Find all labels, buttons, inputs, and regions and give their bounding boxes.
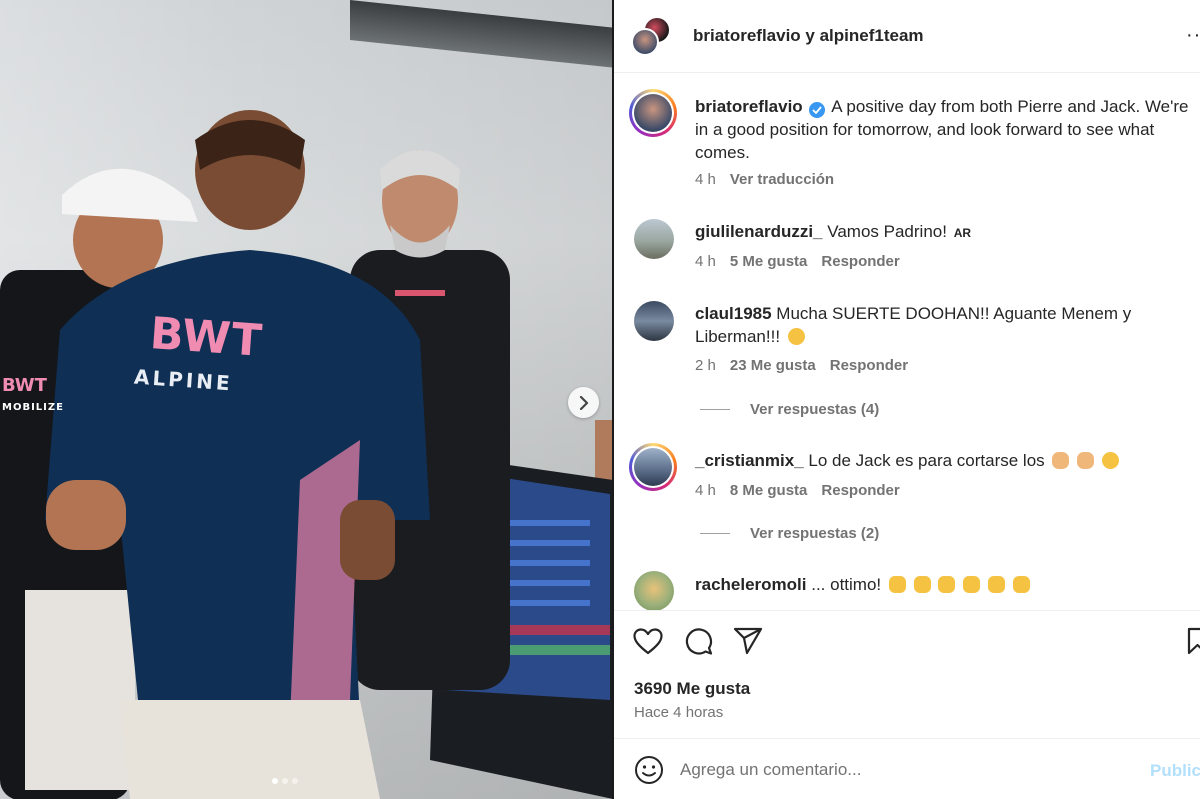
caption-username[interactable]: briatoreflavio <box>695 97 803 116</box>
emoji-icon[interactable] <box>634 755 664 785</box>
view-replies-button[interactable]: Ver respuestas (4) <box>700 401 879 418</box>
chevron-right-icon <box>579 395 588 410</box>
clap-emoji-icon <box>787 328 805 345</box>
comment-text-row: _cristianmix_ Lo de Jack es para cortars… <box>695 449 1190 472</box>
caption-meta: 4 h Ver traducción <box>695 171 834 188</box>
commenter-avatar[interactable] <box>634 571 674 610</box>
comments-list[interactable]: briatoreflavio A positive day from both … <box>614 73 1200 610</box>
raised-hands-emoji-icon <box>888 576 906 593</box>
publish-button[interactable]: Publicar <box>1150 761 1200 781</box>
verified-icon <box>809 102 826 118</box>
clap-emoji-icon <box>963 576 981 593</box>
add-comment-bar: Publicar <box>614 739 1200 799</box>
view-replies-label: Ver respuestas (2) <box>750 525 880 542</box>
share-button[interactable] <box>731 624 765 658</box>
post-pane: briatoreflavio y alpinef1team ··· briato… <box>614 0 1200 799</box>
carousel-dot <box>292 778 298 784</box>
comment-text-row: claul1985 Mucha SUERTE DOOHAN!! Aguante … <box>695 302 1135 348</box>
author-avatar[interactable] <box>629 89 677 137</box>
clap-emoji-icon <box>913 576 931 593</box>
actions-divider <box>614 610 1200 611</box>
emoji-icon <box>1052 452 1070 469</box>
flexed-biceps-emoji-icon <box>1012 576 1030 593</box>
post-header: briatoreflavio y alpinef1team ··· <box>614 0 1200 73</box>
next-photo-button[interactable] <box>568 387 599 418</box>
commenter-avatar[interactable] <box>634 301 674 341</box>
post-author-names[interactable]: briatoreflavio y alpinef1team <box>693 26 924 46</box>
photo-scene <box>0 110 613 799</box>
comment-icon <box>685 628 713 655</box>
post-photo[interactable]: BWT ALPINE BWT MOBILIZE <box>0 0 613 799</box>
avatar <box>631 28 659 56</box>
comment-username[interactable]: racheleromoli <box>695 575 807 594</box>
grimace-emoji-icon <box>1101 452 1119 469</box>
share-icon <box>733 627 763 655</box>
comment-time: 4 h <box>695 253 716 270</box>
clap-emoji-icon <box>938 576 956 593</box>
comment-text: ... ottimo! <box>811 575 882 594</box>
emoji-icon <box>1077 452 1095 469</box>
collab-avatars[interactable] <box>631 16 671 58</box>
comment-input[interactable] <box>680 757 1120 783</box>
carousel-dot <box>272 778 278 784</box>
comment-text-row: giulilenarduzzi_ Vamos Padrino! AR <box>695 220 1190 245</box>
comment-likes[interactable]: 23 Me gusta <box>730 357 816 374</box>
sleeve-sub: MOBILIZE <box>2 402 64 413</box>
heart-icon <box>633 627 663 654</box>
save-button[interactable] <box>1186 624 1200 658</box>
reply-button[interactable]: Responder <box>830 357 908 374</box>
commenter-avatar[interactable] <box>634 219 674 259</box>
comment-tag: AR <box>953 226 972 240</box>
post-actions <box>614 624 1200 664</box>
view-replies-label: Ver respuestas (4) <box>750 401 880 418</box>
crossed-fingers-emoji-icon <box>987 576 1005 593</box>
comment-text: Vamos Padrino! <box>827 222 947 241</box>
comment-meta: 4 h 5 Me gusta Responder <box>695 253 900 270</box>
comment-username[interactable]: _cristianmix_ <box>695 451 804 470</box>
comment-username[interactable]: claul1985 <box>695 304 772 323</box>
carousel-dot <box>282 778 288 784</box>
comment-time: 4 h <box>695 482 716 499</box>
like-button[interactable] <box>631 624 665 658</box>
post-time: Hace 4 horas <box>634 704 724 721</box>
reply-button[interactable]: Responder <box>821 253 899 270</box>
comment-likes[interactable]: 5 Me gusta <box>730 253 808 270</box>
comment-time: 2 h <box>695 357 716 374</box>
more-options-button[interactable]: ··· <box>1186 24 1200 47</box>
caption-time: 4 h <box>695 171 716 188</box>
comment-meta: 4 h 8 Me gusta Responder <box>695 482 900 499</box>
comment-text-row: racheleromoli ... ottimo! <box>695 573 1190 596</box>
comment-text: Lo de Jack es para cortarse los <box>808 451 1045 470</box>
translate-link[interactable]: Ver traducción <box>730 171 834 188</box>
reply-button[interactable]: Responder <box>821 482 899 499</box>
comment-username[interactable]: giulilenarduzzi_ <box>695 222 823 241</box>
comment-button[interactable] <box>681 624 715 658</box>
sleeve-logo: BWT <box>2 375 47 396</box>
bookmark-icon <box>1187 627 1200 655</box>
view-replies-button[interactable]: Ver respuestas (2) <box>700 525 879 542</box>
caption: briatoreflavio A positive day from both … <box>695 95 1190 164</box>
likes-count[interactable]: 3690 Me gusta <box>634 679 750 699</box>
comment-meta: 2 h 23 Me gusta Responder <box>695 357 908 374</box>
comment-likes[interactable]: 8 Me gusta <box>730 482 808 499</box>
jersey-logo: BWT <box>148 308 265 367</box>
commenter-avatar[interactable] <box>629 443 677 491</box>
carousel-dots <box>272 778 298 784</box>
